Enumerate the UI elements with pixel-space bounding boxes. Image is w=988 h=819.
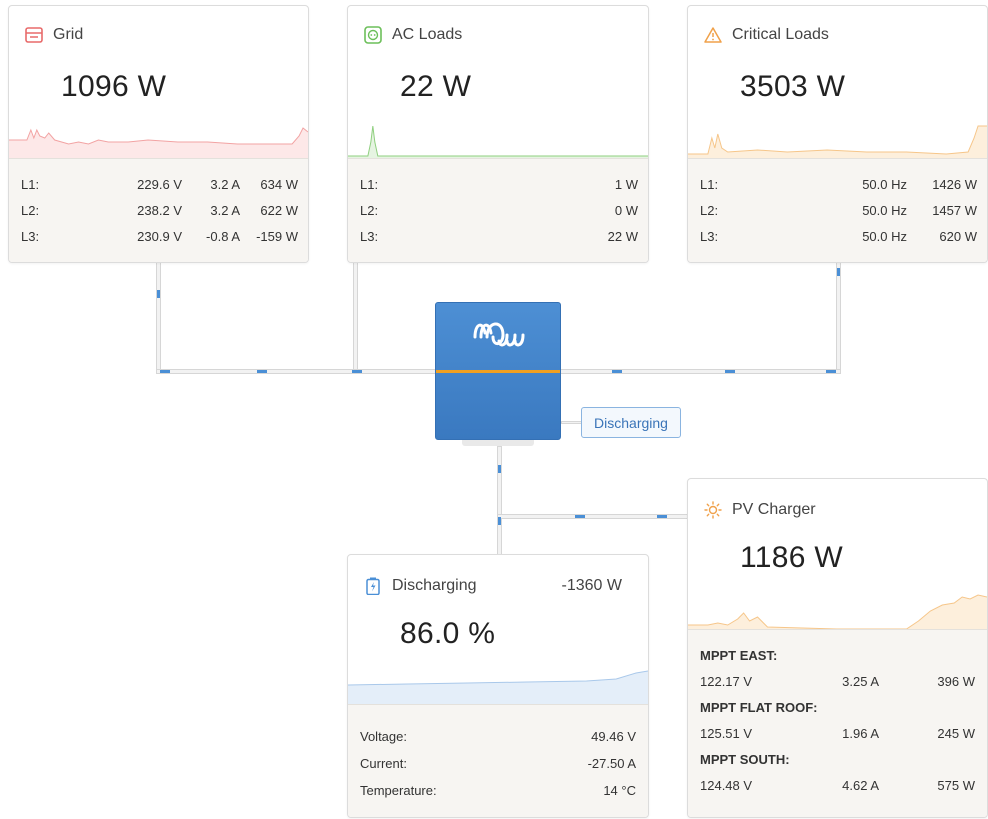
critical-loads-card[interactable]: Critical Loads 3503 W L1: 50.0 Hz 1426 W L… — [687, 5, 988, 263]
battery-icon — [364, 577, 382, 595]
grid-phase-row: L2: 238.2 V 3.2 A 622 W — [21, 202, 298, 218]
battery-voltage-row: Voltage: 49.46 V — [360, 729, 636, 744]
battery-sparkline — [348, 670, 648, 705]
mppt-row: 124.48 V 4.62 A 575 W — [700, 777, 975, 793]
flow-dot — [157, 290, 160, 298]
grid-card[interactable]: Grid 1096 W L1: 229.6 V 3.2 A 634 W L2: 238.… — [8, 5, 309, 263]
flow-dot — [575, 515, 585, 518]
grid-icon — [25, 26, 43, 44]
battery-title: Discharging — [392, 577, 477, 594]
critical-loads-phase-row: L1: 50.0 Hz 1426 W — [700, 176, 977, 192]
ac-loads-phase-row: L2: 0 W — [360, 202, 638, 218]
ac-loads-phase-row: L1: 1 W — [360, 176, 638, 192]
mppt-row: 122.17 V 3.25 A 396 W — [700, 673, 975, 689]
grid-sparkline — [9, 127, 308, 160]
wire-critical-loads — [836, 262, 841, 374]
critical-loads-phase-row: L2: 50.0 Hz 1457 W — [700, 202, 977, 218]
wire-ac-loads — [353, 262, 358, 374]
flow-dot — [612, 370, 622, 373]
critical-loads-phase-row: L3: 50.0 Hz 620 W — [700, 228, 977, 244]
inverter-status-badge: Discharging — [581, 407, 681, 438]
battery-temperature-row: Temperature: 14 °C — [360, 783, 636, 798]
grid-phase-row: L3: 230.9 V -0.8 A -159 W — [21, 228, 298, 244]
ac-loads-card[interactable]: AC Loads 22 W L1: 1 W L2: 0 W L3: 22 W — [347, 5, 649, 263]
critical-loads-title: Critical Loads — [732, 26, 829, 43]
flow-dot — [160, 370, 170, 373]
battery-soc: 86.0 % — [400, 617, 496, 650]
grid-phase-row: L1: 229.6 V 3.2 A 634 W — [21, 176, 298, 192]
inverter-band — [436, 370, 560, 373]
wire-grid — [156, 262, 161, 374]
sun-icon — [704, 501, 722, 519]
battery-current-row: Current: -27.50 A — [360, 756, 636, 771]
pv-charger-power: 1186 W — [740, 541, 843, 574]
flow-dot — [826, 370, 836, 373]
ac-loads-power: 22 W — [400, 70, 472, 103]
mppt-row: 125.51 V 1.96 A 245 W — [700, 725, 975, 741]
ac-loads-title: AC Loads — [392, 26, 463, 43]
flow-dot — [837, 268, 840, 276]
flow-dot — [498, 517, 501, 525]
critical-loads-power: 3503 W — [740, 70, 846, 103]
ac-loads-phase-row: L3: 22 W — [360, 228, 638, 244]
pv-charger-sparkline — [688, 594, 987, 633]
flow-dot — [725, 370, 735, 373]
pv-charger-card[interactable]: PV Charger 1186 W MPPT EAST: 122.17 V 3.2… — [687, 478, 988, 818]
battery-power: -1360 W — [561, 577, 622, 594]
mppt-name: MPPT SOUTH: — [700, 751, 790, 767]
flow-dot — [257, 370, 267, 373]
victron-logo-icon — [469, 315, 529, 356]
grid-power: 1096 W — [61, 70, 167, 103]
mppt-name: MPPT EAST: — [700, 647, 778, 663]
dashboard: Grid 1096 W L1: 229.6 V 3.2 A 634 W L2: 238.… — [0, 0, 988, 819]
flow-dot — [657, 515, 667, 518]
flow-dot — [498, 465, 501, 473]
warning-icon — [704, 26, 722, 44]
grid-title: Grid — [53, 26, 84, 43]
flow-dot — [352, 370, 362, 373]
inverter-unit[interactable] — [435, 302, 561, 440]
battery-card[interactable]: Discharging -1360 W 86.0 % Voltage: 49.46… — [347, 554, 649, 818]
wire-dc-bus — [497, 446, 502, 556]
pv-charger-title: PV Charger — [732, 501, 816, 518]
inverter-base — [462, 440, 534, 446]
ac-loads-sparkline — [348, 125, 648, 160]
mppt-name: MPPT FLAT ROOF: — [700, 699, 818, 715]
wire-status — [561, 421, 583, 424]
critical-loads-sparkline — [688, 125, 987, 160]
outlet-icon — [364, 26, 382, 44]
